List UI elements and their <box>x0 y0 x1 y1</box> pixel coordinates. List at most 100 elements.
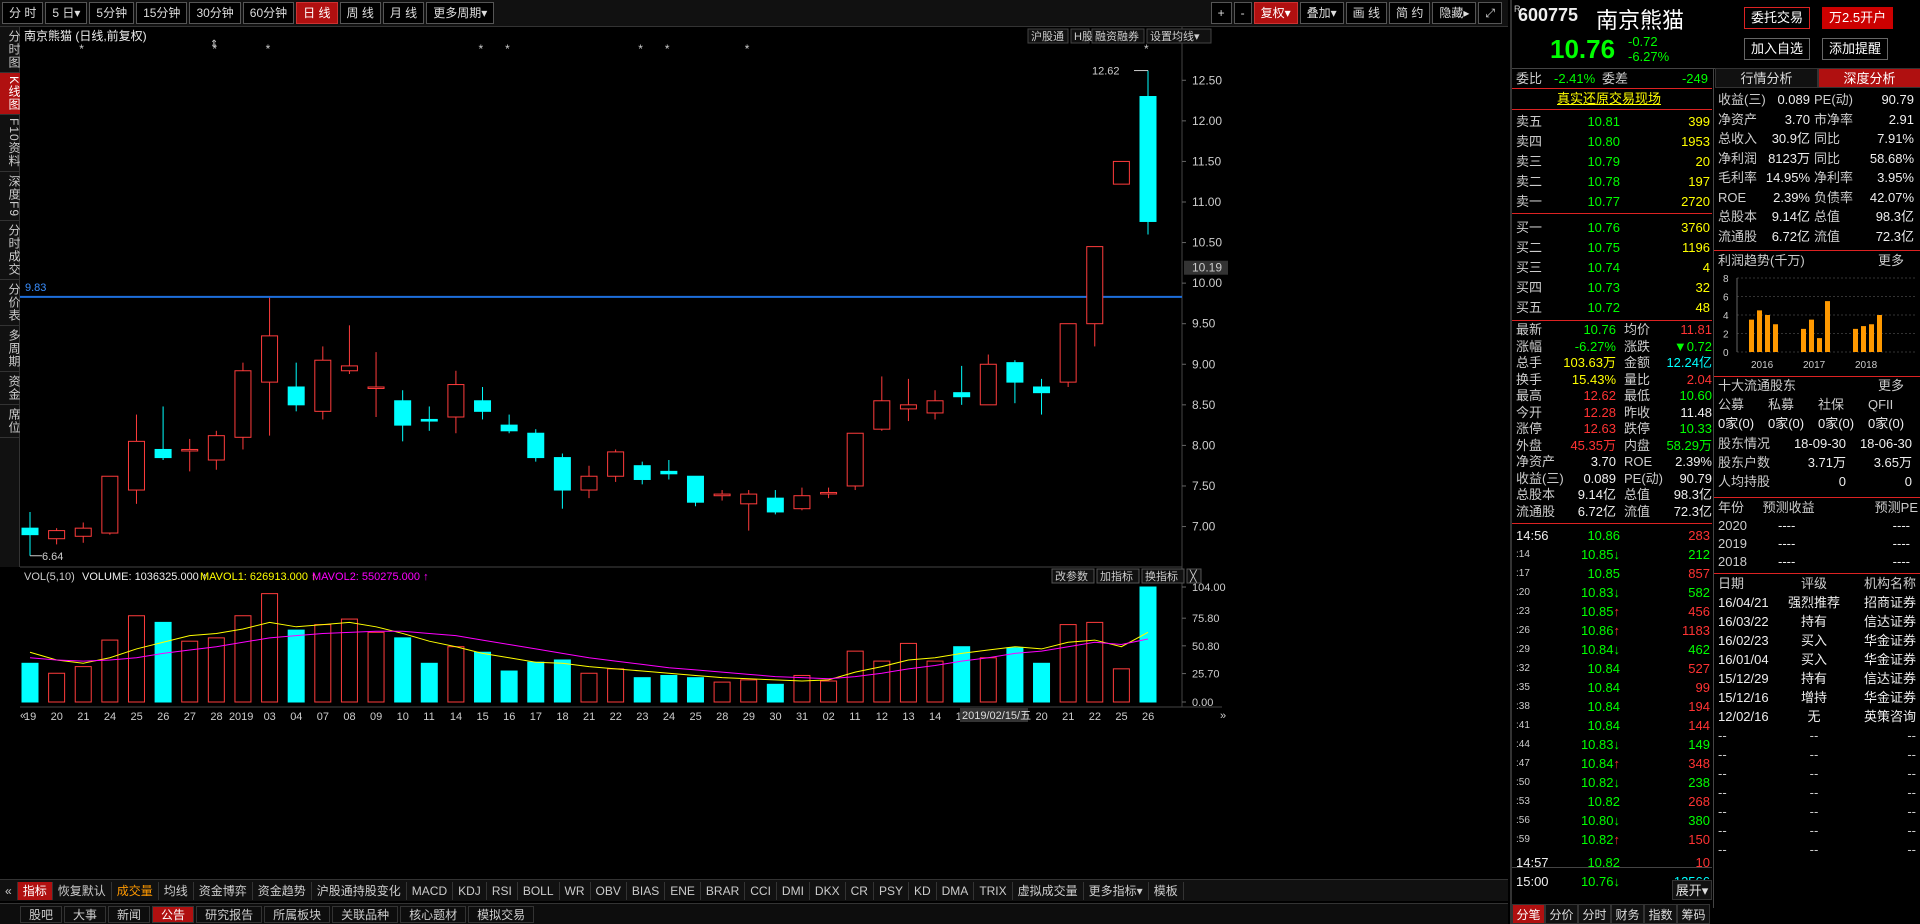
nav-item-1[interactable]: K线图 <box>0 73 21 116</box>
rating-empty-cell-5-2: -- <box>1907 823 1916 838</box>
open-account-button[interactable]: 万2.5开户 <box>1822 7 1894 29</box>
candle-body-19 <box>527 432 545 459</box>
star-mark-18: * <box>505 42 510 56</box>
panel-tab-0[interactable]: 分笔 <box>1512 904 1545 924</box>
tick-time-1: :14 <box>1516 549 1530 560</box>
indicator-tab-3[interactable]: 均线 <box>159 881 194 900</box>
indicator-tab-20[interactable]: PSY <box>874 881 909 900</box>
scroll-left-button[interactable]: « <box>0 881 18 900</box>
info-tab-6[interactable]: 关联品种 <box>332 905 399 923</box>
fin-label-a-6: 总股本 <box>1718 209 1758 224</box>
vol-bar-34 <box>926 660 944 703</box>
indicator-tab-0[interactable]: 指标 <box>17 881 53 900</box>
info-tab-0[interactable]: 股吧 <box>20 905 63 923</box>
price-tick-label-12: 12.00 <box>1192 114 1222 128</box>
weibi-value: -2.41% <box>1554 71 1596 86</box>
tool-plus-button[interactable]: + <box>1210 2 1232 24</box>
indicator-tab-10[interactable]: BOLL <box>518 881 560 900</box>
deep-tab-1[interactable]: 深度分析 <box>1818 68 1920 88</box>
candle-body-6 <box>181 448 199 452</box>
indicator-tab-14[interactable]: ENE <box>665 881 701 900</box>
indicator-tab-4[interactable]: 资金博弈 <box>194 881 253 900</box>
indicator-tab-23[interactable]: TRIX <box>974 881 1013 900</box>
period-15m-button[interactable]: 15分钟 <box>136 2 188 24</box>
nav-item-7[interactable]: 资金 <box>0 372 21 405</box>
indicator-tab-21[interactable]: KD <box>909 881 937 900</box>
candle-body-29 <box>793 495 811 510</box>
indicator-tab-8[interactable]: KDJ <box>453 881 487 900</box>
nav-item-4[interactable]: 分时成交 <box>0 221 21 280</box>
period-5m-button[interactable]: 5分钟 <box>89 2 135 24</box>
indicator-tab-7[interactable]: MACD <box>407 881 454 900</box>
order-button[interactable]: 委托交易 <box>1744 7 1811 29</box>
panel-tab-4[interactable]: 指数 <box>1644 904 1677 924</box>
nav-item-6[interactable]: 多周期 <box>0 326 21 372</box>
indicator-tab-12[interactable]: OBV <box>591 881 627 900</box>
period-30m-button[interactable]: 30分钟 <box>189 2 241 24</box>
nav-item-0[interactable]: 分时图 <box>0 27 21 73</box>
buy-price-4: 10.72 <box>1587 300 1620 315</box>
stat-label-b-9: PE(动) <box>1624 470 1664 486</box>
indicator-tab-22[interactable]: DMA <box>937 881 975 900</box>
tool-full-button[interactable]: ⤢ <box>1478 2 1502 24</box>
info-tab-2[interactable]: 新闻 <box>108 905 151 923</box>
rating-row-3: 16/01/04 买入 华金证券 <box>1718 650 1918 669</box>
nav-item-8[interactable]: 席位 <box>0 405 21 438</box>
tool-simple-button[interactable]: 简 约 <box>1389 2 1431 24</box>
panel-tab-5[interactable]: 筹码 <box>1677 904 1710 924</box>
indicator-tab-2[interactable]: 成交量 <box>112 881 159 900</box>
indicator-tab-5[interactable]: 资金趋势 <box>253 881 312 900</box>
real-link[interactable]: 真实还原交易现场 <box>1557 89 1661 108</box>
info-tab-1[interactable]: 大事 <box>64 905 107 923</box>
tool-draw-button[interactable]: 画 线 <box>1345 2 1388 24</box>
nav-item-2[interactable]: F10资料 <box>0 115 21 172</box>
deep-tab-0[interactable]: 行情分析 <box>1715 68 1818 88</box>
add-watch-button[interactable]: 加入自选 <box>1744 38 1811 60</box>
expand-button[interactable]: 展开▾ <box>1672 880 1712 900</box>
indicator-tab-18[interactable]: DKX <box>810 881 846 900</box>
tool-minus-button[interactable]: - <box>1233 2 1252 24</box>
indicator-tab-9[interactable]: RSI <box>487 881 518 900</box>
info-tab-3[interactable]: 公告 <box>152 905 195 923</box>
period-5d-button[interactable]: 5 日▾ <box>45 2 88 24</box>
tool-hide-button[interactable]: 隐藏▸ <box>1432 2 1477 24</box>
holders-more[interactable]: 更多 <box>1878 376 1904 395</box>
indicator-tab-1[interactable]: 恢复默认 <box>53 881 112 900</box>
indicator-tab-16[interactable]: CCI <box>745 881 777 900</box>
panel-tab-2[interactable]: 分时 <box>1578 904 1611 924</box>
indicator-tab-17[interactable]: DMI <box>777 881 810 900</box>
indicator-tab-13[interactable]: BIAS <box>627 881 666 900</box>
nav-item-3[interactable]: 深度F9 <box>0 172 21 221</box>
kline-chart[interactable]: 南京熊猫 (日线,前复权) 沪股通 H股 融资融券 设置均线▾ 7.00 7.50 8.00 8… <box>20 27 1508 882</box>
candle-body-26 <box>713 493 731 497</box>
info-tab-8[interactable]: 模拟交易 <box>468 905 535 923</box>
fin-label-a-4: 毛利率 <box>1718 170 1758 185</box>
indicator-tab-6[interactable]: 沪股通持股变化 <box>312 881 407 900</box>
indicator-tab-11[interactable]: WR <box>560 881 591 900</box>
period-more-button[interactable]: 更多周期▾ <box>426 2 495 24</box>
stat-value-a-7: 45.35万 <box>1570 437 1616 453</box>
indicator-tab-24[interactable]: 虚拟成交量 <box>1013 881 1084 900</box>
indicator-tab-25[interactable]: 更多指标▾ <box>1084 881 1149 900</box>
indicator-tab-19[interactable]: CR <box>846 881 874 900</box>
period-fs-button[interactable]: 分 时 <box>2 2 44 24</box>
nav-item-5[interactable]: 分价表 <box>0 280 21 326</box>
candle-body-5 <box>154 448 172 459</box>
period-week-button[interactable]: 周 线 <box>339 2 381 24</box>
rating-cell-0-0: 16/04/21 <box>1718 595 1769 610</box>
panel-tab-3[interactable]: 财务 <box>1611 904 1644 924</box>
tool-fq-button[interactable]: 复权▾ <box>1253 2 1298 24</box>
indicator-tab-26[interactable]: 模板 <box>1149 881 1184 900</box>
x-label-40: 22 <box>1089 711 1101 723</box>
info-tab-7[interactable]: 核心题材 <box>400 905 467 923</box>
panel-tab-1[interactable]: 分价 <box>1545 904 1578 924</box>
profit-more[interactable]: 更多 <box>1878 251 1904 270</box>
info-tab-4[interactable]: 研究报告 <box>196 905 263 923</box>
indicator-tab-15[interactable]: BRAR <box>701 881 746 900</box>
period-day-button[interactable]: 日 线 <box>296 2 338 24</box>
period-60m-button[interactable]: 60分钟 <box>242 2 295 24</box>
info-tab-5[interactable]: 所属板块 <box>264 905 331 923</box>
tool-overlay-button[interactable]: 叠加▾ <box>1299 2 1344 24</box>
add-alert-button[interactable]: 添加提醒 <box>1822 38 1889 60</box>
period-month-button[interactable]: 月 线 <box>382 2 425 24</box>
